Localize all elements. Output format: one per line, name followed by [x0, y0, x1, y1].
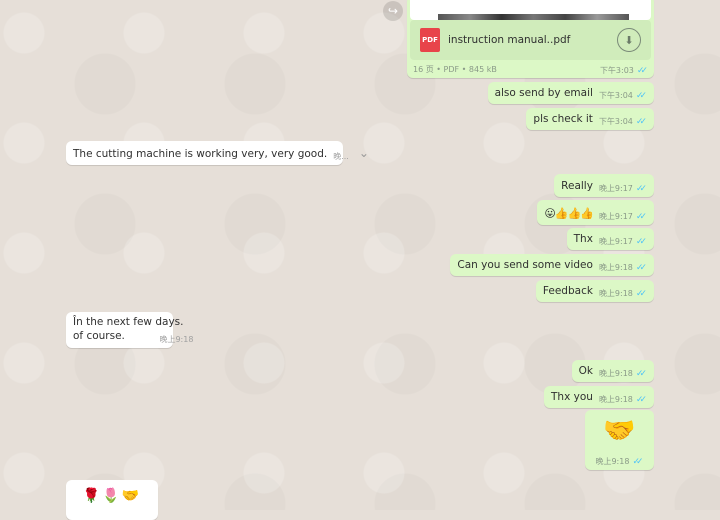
message-bubble[interactable]: Can you send some video 晚上9:18 ✓✓: [450, 254, 654, 276]
message-time: 晚上9:18: [598, 289, 633, 298]
message-bubble[interactable]: 🤝 晚上9:18 ✓✓: [585, 410, 654, 470]
message-text: Thx: [573, 233, 593, 245]
message-bubble[interactable]: The cutting machine is working very, ver…: [66, 141, 369, 165]
message-bubble[interactable]: Thx you 晚上9:18 ✓✓: [544, 386, 654, 408]
file-attachment[interactable]: PDF instruction manual..pdf ⬇: [410, 20, 651, 60]
message-time: 晚上9:18: [598, 263, 633, 272]
message-time: 晚上9:17: [598, 212, 633, 221]
message-text: also send by email: [494, 87, 593, 99]
message-time: 下午3:03: [599, 66, 634, 75]
message-time: 晚上9:18: [598, 395, 633, 404]
message-text: Ok: [578, 365, 593, 377]
message-text: Feedback: [542, 285, 593, 297]
read-tick-icon: ✓✓: [636, 65, 648, 76]
read-tick-icon: ✓✓: [635, 211, 647, 222]
read-tick-icon: ✓✓: [635, 368, 647, 379]
message-bubble[interactable]: Thx 晚上9:17 ✓✓: [566, 228, 654, 250]
message-bubble[interactable]: 😛👍👍👍 晚上9:17 ✓✓: [537, 200, 654, 225]
pdf-preview[interactable]: [410, 0, 651, 20]
message-bubble[interactable]: 🌹🌷🤝: [66, 480, 158, 520]
message-bubble[interactable]: Feedback 晚上9:18 ✓✓: [535, 280, 654, 302]
message-bubble[interactable]: Really 晚上9:17 ✓✓: [554, 174, 654, 197]
read-tick-icon: ✓✓: [635, 90, 647, 101]
message-text: 😛👍👍👍: [544, 207, 594, 220]
download-icon[interactable]: ⬇: [617, 28, 641, 52]
read-tick-icon: ✓✓: [635, 183, 647, 194]
read-tick-icon: ✓✓: [635, 394, 647, 405]
pdf-message[interactable]: PDF instruction manual..pdf ⬇ 16 页 • PDF…: [407, 0, 654, 78]
handshake-emoji: 🤝: [603, 416, 636, 446]
message-time: 下午3:04: [598, 117, 633, 126]
message-bubble[interactable]: Ok 晚上9:18 ✓✓: [571, 360, 654, 382]
message-text: Thx you: [551, 391, 593, 403]
message-time: 晚上9:18: [598, 369, 633, 378]
file-name: instruction manual..pdf: [448, 34, 571, 46]
message-time: 晚上9:18: [595, 457, 630, 466]
message-time: 晚上9:17: [598, 184, 633, 193]
chevron-down-icon[interactable]: ⌄: [359, 146, 369, 160]
message-time: 下午3:04: [598, 91, 633, 100]
read-tick-icon: ✓✓: [635, 288, 647, 299]
pdf-icon: PDF: [420, 28, 440, 52]
message-text: În the next few days.: [73, 316, 184, 328]
read-tick-icon: ✓✓: [635, 116, 647, 127]
message-bubble[interactable]: pls check it 下午3:04 ✓✓: [526, 108, 654, 130]
forward-icon[interactable]: ↪: [383, 1, 403, 21]
file-info: 16 页 • PDF • 845 kB: [413, 65, 497, 74]
read-tick-icon: ✓✓: [632, 456, 643, 467]
message-bubble[interactable]: also send by email 下午3:04 ✓✓: [487, 82, 654, 104]
message-time: 晚上9:17: [598, 237, 633, 246]
read-tick-icon: ✓✓: [635, 262, 647, 273]
read-tick-icon: ✓✓: [635, 236, 647, 247]
message-text: pls check it: [533, 113, 593, 125]
message-text: Really: [561, 180, 593, 192]
message-text: The cutting machine is working very, ver…: [73, 148, 328, 160]
message-time: 晚...: [333, 152, 349, 161]
message-text: Can you send some video: [457, 259, 593, 271]
emoji-message: 🌹🌷🤝: [82, 488, 142, 504]
message-time: 晚上9:18: [159, 335, 194, 344]
message-bubble[interactable]: În the next few days. of course. 晚上9:18: [66, 312, 193, 348]
